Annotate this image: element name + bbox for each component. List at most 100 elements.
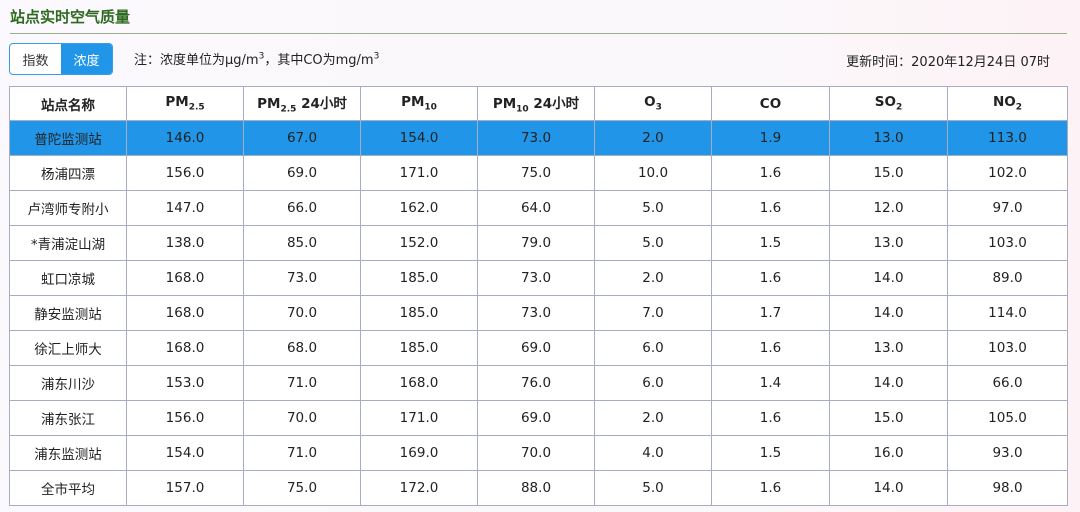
table-row[interactable]: 全市平均 157.0 75.0 172.0 88.0 5.0 1.6 14.0 98.0 bbox=[9, 470, 1068, 506]
value-cell: 153.0 bbox=[126, 365, 244, 401]
value-cell: 1.6 bbox=[711, 260, 830, 296]
value-cell: 85.0 bbox=[243, 225, 361, 261]
column-header-subscript: 10 bbox=[516, 104, 529, 115]
table-row[interactable]: 浦东张江 156.0 70.0 171.0 69.0 2.0 1.6 15.0 105.0 bbox=[9, 400, 1068, 436]
column-header-main: PM bbox=[257, 96, 281, 113]
station-name-cell: 普陀监测站 bbox=[9, 120, 127, 156]
value-cell: 93.0 bbox=[947, 435, 1068, 471]
value-cell: 69.0 bbox=[477, 400, 595, 436]
value-cell: 1.6 bbox=[711, 330, 830, 366]
value-cell: 14.0 bbox=[829, 295, 948, 331]
value-cell: 73.0 bbox=[477, 295, 595, 331]
column-header: PM10 bbox=[360, 86, 478, 121]
value-cell: 185.0 bbox=[360, 260, 478, 296]
note-middle: ，其中CO为mg/m bbox=[264, 53, 374, 68]
station-name-cell: 浦东监测站 bbox=[9, 435, 127, 471]
value-cell: 169.0 bbox=[360, 435, 478, 471]
value-cell: 105.0 bbox=[947, 400, 1068, 436]
value-cell: 113.0 bbox=[947, 120, 1068, 156]
value-cell: 15.0 bbox=[829, 400, 948, 436]
value-cell: 168.0 bbox=[126, 295, 244, 331]
value-cell: 1.6 bbox=[711, 470, 830, 506]
column-header-subscript: 2.5 bbox=[280, 104, 297, 115]
table-row[interactable]: *青浦淀山湖 138.0 85.0 152.0 79.0 5.0 1.5 13.0 103.0 bbox=[9, 225, 1068, 261]
value-cell: 73.0 bbox=[477, 260, 595, 296]
value-cell: 7.0 bbox=[594, 295, 712, 331]
value-cell: 13.0 bbox=[829, 120, 948, 156]
value-cell: 69.0 bbox=[477, 330, 595, 366]
column-header-main: NO bbox=[992, 94, 1016, 111]
column-header: O3 bbox=[594, 86, 712, 121]
page-title: 站点实时空气质量 bbox=[10, 8, 131, 26]
value-cell: 1.6 bbox=[711, 400, 830, 436]
table-row[interactable]: 卢湾师专附小 147.0 66.0 162.0 64.0 5.0 1.6 12.0 97.0 bbox=[9, 190, 1068, 226]
note-prefix: 注：浓度单位为μg/m bbox=[134, 53, 259, 68]
value-cell: 14.0 bbox=[829, 260, 948, 296]
unit-note: 注：浓度单位为μg/m3，其中CO为mg/m3 bbox=[134, 49, 379, 68]
value-cell: 70.0 bbox=[243, 400, 361, 436]
table-row[interactable]: 浦东监测站 154.0 71.0 169.0 70.0 4.0 1.5 16.0 93.0 bbox=[9, 435, 1068, 471]
note-sup-2: 3 bbox=[373, 51, 380, 62]
station-name-cell: 全市平均 bbox=[9, 470, 127, 506]
value-cell: 1.9 bbox=[711, 120, 830, 156]
value-cell: 146.0 bbox=[126, 120, 244, 156]
value-cell: 14.0 bbox=[829, 365, 948, 401]
value-cell: 168.0 bbox=[360, 365, 478, 401]
column-header: PM10 24小时 bbox=[477, 86, 595, 121]
value-cell: 1.6 bbox=[711, 155, 830, 191]
value-cell: 152.0 bbox=[360, 225, 478, 261]
column-header: CO bbox=[711, 86, 830, 121]
column-header-suffix: 24小时 bbox=[296, 96, 347, 113]
table-row[interactable]: 浦东川沙 153.0 71.0 168.0 76.0 6.0 1.4 14.0 66.0 bbox=[9, 365, 1068, 401]
value-cell: 5.0 bbox=[594, 470, 712, 506]
value-cell: 66.0 bbox=[947, 365, 1068, 401]
value-cell: 70.0 bbox=[243, 295, 361, 331]
value-cell: 2.0 bbox=[594, 120, 712, 156]
value-cell: 97.0 bbox=[947, 190, 1068, 226]
index-toggle-button[interactable]: 指数 bbox=[10, 44, 61, 74]
value-cell: 171.0 bbox=[360, 155, 478, 191]
table-row[interactable]: 徐汇上师大 168.0 68.0 185.0 69.0 6.0 1.6 13.0 103.0 bbox=[9, 330, 1068, 366]
value-cell: 70.0 bbox=[477, 435, 595, 471]
value-cell: 68.0 bbox=[243, 330, 361, 366]
value-cell: 69.0 bbox=[243, 155, 361, 191]
value-cell: 156.0 bbox=[126, 400, 244, 436]
value-cell: 15.0 bbox=[829, 155, 948, 191]
value-cell: 73.0 bbox=[243, 260, 361, 296]
column-header: PM2.5 bbox=[126, 86, 244, 121]
column-header-subscript: 2 bbox=[895, 102, 903, 113]
value-cell: 79.0 bbox=[477, 225, 595, 261]
table-row[interactable]: 普陀监测站 146.0 67.0 154.0 73.0 2.0 1.9 13.0 113.0 bbox=[9, 120, 1068, 156]
value-cell: 67.0 bbox=[243, 120, 361, 156]
station-name-cell: 徐汇上师大 bbox=[9, 330, 127, 366]
table-row[interactable]: 杨浦四漂 156.0 69.0 171.0 75.0 10.0 1.6 15.0 102.0 bbox=[9, 155, 1068, 191]
value-cell: 76.0 bbox=[477, 365, 595, 401]
table-row[interactable]: 静安监测站 168.0 70.0 185.0 73.0 7.0 1.7 14.0 114.0 bbox=[9, 295, 1068, 331]
value-cell: 185.0 bbox=[360, 330, 478, 366]
value-cell: 75.0 bbox=[477, 155, 595, 191]
column-header-subscript: 2 bbox=[1015, 102, 1023, 113]
value-cell: 2.0 bbox=[594, 400, 712, 436]
column-header-main: 站点名称 bbox=[41, 97, 95, 114]
value-cell: 2.0 bbox=[594, 260, 712, 296]
column-header-main: PM bbox=[401, 94, 425, 111]
value-cell: 114.0 bbox=[947, 295, 1068, 331]
value-cell: 64.0 bbox=[477, 190, 595, 226]
value-cell: 88.0 bbox=[477, 470, 595, 506]
value-cell: 5.0 bbox=[594, 225, 712, 261]
concentration-toggle-button[interactable]: 浓度 bbox=[61, 44, 112, 74]
table-row[interactable]: 虹口凉城 168.0 73.0 185.0 73.0 2.0 1.6 14.0 89.0 bbox=[9, 260, 1068, 296]
value-cell: 1.6 bbox=[711, 190, 830, 226]
column-header: 站点名称 bbox=[9, 86, 127, 121]
value-cell: 162.0 bbox=[360, 190, 478, 226]
value-cell: 147.0 bbox=[126, 190, 244, 226]
column-header: NO2 bbox=[947, 86, 1068, 121]
value-cell: 98.0 bbox=[947, 470, 1068, 506]
value-cell: 89.0 bbox=[947, 260, 1068, 296]
station-name-cell: 静安监测站 bbox=[9, 295, 127, 331]
value-cell: 6.0 bbox=[594, 365, 712, 401]
station-name-cell: 浦东川沙 bbox=[9, 365, 127, 401]
column-header-subscript: 3 bbox=[655, 102, 662, 113]
value-cell: 4.0 bbox=[594, 435, 712, 471]
column-header: PM2.5 24小时 bbox=[243, 86, 361, 121]
